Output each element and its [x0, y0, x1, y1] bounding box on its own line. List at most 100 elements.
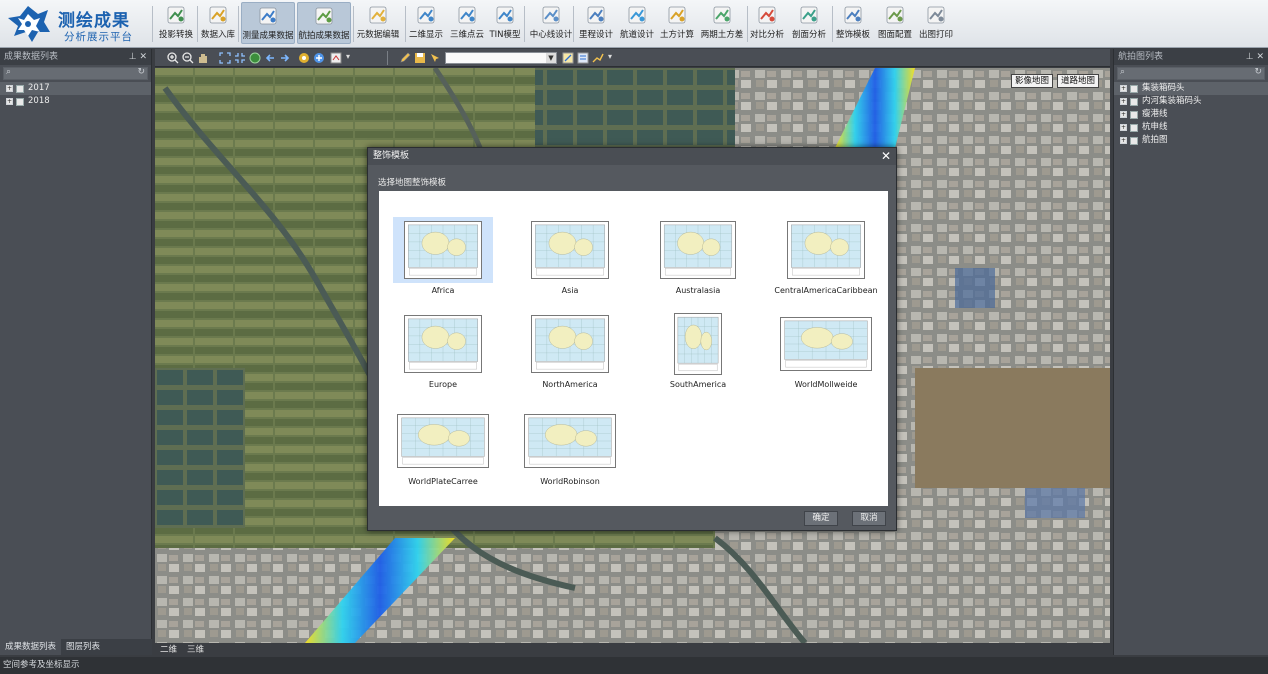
- toolbar-button-4[interactable]: 元数据编辑: [355, 2, 401, 44]
- edit-feature-icon[interactable]: [562, 52, 574, 64]
- checkbox[interactable]: [1130, 84, 1138, 93]
- tree-item[interactable]: + 集装箱码头: [1114, 82, 1268, 95]
- template-item[interactable]: Europe: [393, 311, 493, 389]
- expand-icon[interactable]: +: [1120, 124, 1127, 131]
- checkbox[interactable]: [16, 84, 24, 93]
- toolbar-button-label: 航拍成果数据: [298, 31, 350, 41]
- template-item[interactable]: WorldRobinson: [520, 408, 620, 486]
- toolbar-button-8[interactable]: 中心线设计: [529, 2, 573, 44]
- toolbar-button-14[interactable]: 剖面分析: [789, 2, 829, 44]
- line-tool-icon[interactable]: [592, 52, 604, 64]
- select-tool-icon[interactable]: [429, 52, 441, 64]
- app-title: 测绘成果: [58, 11, 130, 31]
- tab-3d[interactable]: 三维: [182, 643, 209, 657]
- zoom-out-icon[interactable]: [182, 52, 194, 64]
- template-item[interactable]: Asia: [520, 217, 620, 295]
- tree-item[interactable]: + 杭申线: [1114, 121, 1268, 134]
- zoom-in-icon[interactable]: [167, 52, 179, 64]
- full-extent-icon[interactable]: [219, 52, 231, 64]
- forward-arrow-icon[interactable]: [279, 52, 291, 64]
- toolbar-button-9[interactable]: 里程设计: [577, 2, 615, 44]
- cancel-button[interactable]: 取消: [852, 511, 886, 526]
- save-icon[interactable]: [414, 52, 426, 64]
- top-ribbon: 测绘成果 分析展示平台 投影转换 数据入库 测量成果数据 航拍成果数据 元数据编辑 二维显…: [0, 0, 1268, 48]
- toolbar-button-15[interactable]: 整饰模板: [834, 2, 872, 44]
- template-item[interactable]: Africa: [393, 217, 493, 295]
- toolbar-divider: [573, 6, 574, 42]
- pin-close-icon[interactable]: ⊥ ✕: [1246, 49, 1264, 65]
- back-arrow-icon[interactable]: [264, 52, 276, 64]
- tab-2d[interactable]: 二维: [155, 643, 182, 657]
- tree-item-label: 航拍图: [1142, 135, 1168, 145]
- right-search-input[interactable]: ⌕ ↻: [1117, 67, 1265, 80]
- template-item[interactable]: WorldPlateCarree: [393, 408, 493, 486]
- toolbar-button-6[interactable]: 三维点云: [448, 2, 486, 44]
- map-thumbnail-icon: [531, 315, 609, 373]
- toolbar-button-1[interactable]: 数据入库: [199, 2, 237, 44]
- close-icon[interactable]: ✕: [881, 148, 891, 165]
- imagery-map-button[interactable]: 影像地图: [1011, 74, 1054, 88]
- toolbar-button-5[interactable]: 二维显示: [407, 2, 445, 44]
- template-label: Australasia: [675, 286, 721, 295]
- checkbox[interactable]: [1130, 123, 1138, 132]
- expand-icon[interactable]: +: [1120, 85, 1127, 92]
- refresh-icon[interactable]: ↻: [137, 67, 145, 77]
- attribute-icon[interactable]: [577, 52, 589, 64]
- template-item[interactable]: SouthAmerica: [648, 311, 748, 389]
- tree-item[interactable]: + 航拍图: [1114, 134, 1268, 147]
- toolbar-button-12[interactable]: 两期土方差: [700, 2, 744, 44]
- template-icon: [844, 6, 862, 24]
- template-item[interactable]: NorthAmerica: [520, 311, 620, 389]
- template-item[interactable]: CentralAmericaCaribbean: [774, 217, 878, 295]
- checkbox[interactable]: [16, 97, 24, 106]
- toolbar-button-7[interactable]: TIN模型: [488, 2, 522, 44]
- checkbox[interactable]: [1130, 110, 1138, 119]
- compare-icon: [758, 6, 776, 24]
- toolbar-button-17[interactable]: 出图打印: [917, 2, 955, 44]
- checkbox[interactable]: [1130, 97, 1138, 106]
- expand-icon[interactable]: +: [1120, 137, 1127, 144]
- globe-icon[interactable]: [249, 52, 261, 64]
- toolbar-button-3[interactable]: 航拍成果数据: [297, 2, 351, 44]
- toolbar-button-13[interactable]: 对比分析: [749, 2, 785, 44]
- refresh-icon[interactable]: ↻: [1254, 67, 1262, 77]
- road-map-button[interactable]: 道路地图: [1057, 74, 1100, 88]
- toolbar-button-10[interactable]: 航道设计: [618, 2, 656, 44]
- target-icon[interactable]: [298, 52, 310, 64]
- expand-icon[interactable]: +: [1120, 111, 1127, 118]
- add-point-icon[interactable]: [313, 52, 325, 64]
- toolbar-button-label: 出图打印: [918, 30, 953, 40]
- point-cloud-icon: [458, 6, 476, 24]
- map-config-icon: [886, 6, 904, 24]
- tree-item[interactable]: + 瘦港线: [1114, 108, 1268, 121]
- tree-item[interactable]: + 内河集装箱码头: [1114, 95, 1268, 108]
- fit-extent-icon[interactable]: [234, 52, 246, 64]
- measure-icon[interactable]: [330, 52, 342, 64]
- tree-item[interactable]: +2017: [0, 82, 151, 95]
- pan-icon[interactable]: [197, 52, 209, 64]
- template-label: NorthAmerica: [542, 380, 598, 389]
- chevron-down-icon[interactable]: ▾: [608, 52, 612, 61]
- expand-icon[interactable]: +: [6, 98, 13, 105]
- template-item[interactable]: WorldMollweide: [776, 311, 876, 389]
- expand-icon[interactable]: +: [6, 85, 13, 92]
- toolbar-button-2[interactable]: 测量成果数据: [241, 2, 295, 44]
- expand-icon[interactable]: +: [1120, 98, 1127, 105]
- toolbar-button-label: 航道设计: [619, 30, 654, 40]
- app-subtitle: 分析展示平台: [64, 31, 133, 43]
- tree-item[interactable]: +2018: [0, 95, 151, 108]
- tab-layer-list[interactable]: 图层列表: [61, 639, 105, 655]
- pin-close-icon[interactable]: ⊥ ✕: [129, 49, 147, 65]
- toolbar-button-16[interactable]: 图面配置: [876, 2, 914, 44]
- tree-item-label: 2017: [28, 83, 50, 93]
- left-search-input[interactable]: ⌕ ↻: [3, 67, 148, 80]
- checkbox[interactable]: [1130, 136, 1138, 145]
- chevron-down-icon[interactable]: ▾: [346, 52, 350, 61]
- toolbar-button-0[interactable]: 投影转换: [156, 2, 196, 44]
- template-item[interactable]: Australasia: [648, 217, 748, 295]
- toolbar-button-11[interactable]: 土方计算: [658, 2, 696, 44]
- pencil-icon[interactable]: [399, 52, 411, 64]
- layer-select[interactable]: ▼: [445, 52, 557, 64]
- ok-button[interactable]: 确定: [804, 511, 838, 526]
- tab-results-list[interactable]: 成果数据列表: [0, 639, 62, 655]
